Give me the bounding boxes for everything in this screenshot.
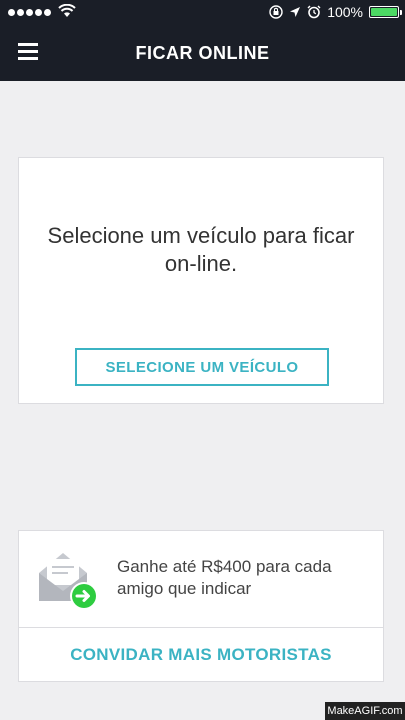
- watermark: MakeAGIF.com: [325, 702, 405, 720]
- nav-bar: FICAR ONLINE: [0, 26, 405, 81]
- battery-percentage: 100%: [327, 4, 363, 20]
- select-vehicle-card: Selecione um veículo para ficar on-line.…: [18, 157, 384, 404]
- invite-drivers-button[interactable]: CONVIDAR MAIS MOTORISTAS: [19, 628, 383, 682]
- page-title: FICAR ONLINE: [135, 43, 270, 63]
- location-arrow-icon: [290, 7, 301, 17]
- invite-info: Ganhe até R$400 para cada amigo que indi…: [19, 531, 383, 627]
- invite-card: Ganhe até R$400 para cada amigo que indi…: [18, 530, 384, 682]
- wifi-icon: [58, 4, 76, 17]
- alarm-icon: [307, 5, 321, 19]
- invite-reward-text: Ganhe até R$400 para cada amigo que indi…: [117, 557, 332, 598]
- select-vehicle-message: Selecione um veículo para ficar on-line.: [47, 223, 355, 276]
- signal-strength-icon: [8, 9, 51, 16]
- select-vehicle-button[interactable]: SELECIONE UM VEÍCULO: [75, 348, 329, 386]
- battery-icon: [369, 6, 402, 18]
- status-bar: 100%: [0, 0, 405, 26]
- envelope-invite-icon: [39, 553, 98, 610]
- orientation-lock-icon: [269, 5, 283, 19]
